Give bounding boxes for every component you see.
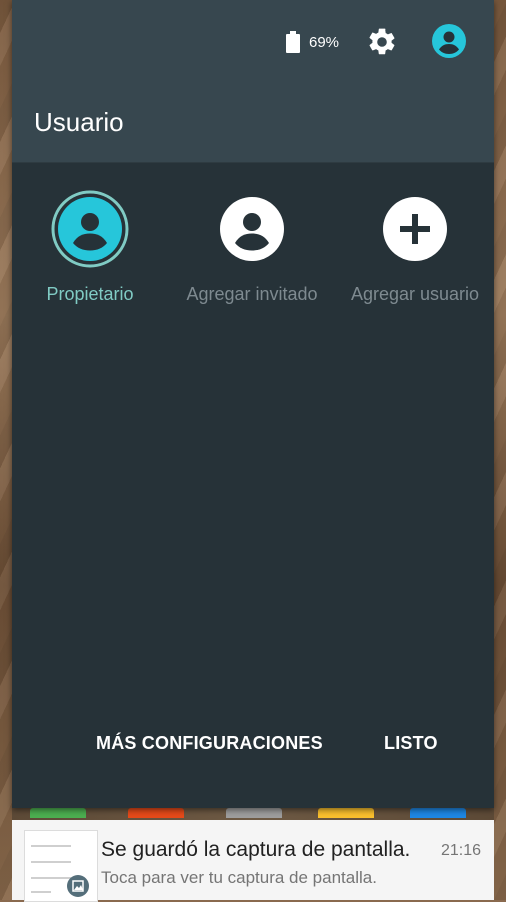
dock-app-icon bbox=[30, 808, 86, 818]
panel-header: 69% Usuario bbox=[12, 0, 494, 163]
user-owner[interactable]: Propietario bbox=[10, 190, 170, 305]
more-settings-button[interactable]: MÁS CONFIGURACIONES bbox=[96, 733, 323, 754]
account-circle-icon bbox=[51, 190, 129, 268]
notification-text: Toca para ver tu captura de pantalla. bbox=[101, 868, 377, 887]
user-label: Propietario bbox=[46, 284, 134, 304]
gear-icon[interactable] bbox=[366, 26, 398, 58]
done-button[interactable]: LISTO bbox=[384, 733, 438, 754]
dock-app-icon bbox=[226, 808, 282, 818]
image-icon bbox=[67, 875, 89, 897]
user-label: Agregar usuario bbox=[350, 284, 480, 304]
notification-title: Se guardó la captura de pantalla. bbox=[101, 838, 411, 861]
notification-time: 21:16 bbox=[441, 842, 482, 859]
quick-settings-panel: 69% Usuario Propietario Agregar invitado… bbox=[12, 0, 494, 808]
dock-app-icon bbox=[128, 808, 184, 818]
screenshot-notification[interactable]: Se guardó la captura de pantalla. 21:16 … bbox=[12, 820, 494, 902]
dock-app-icon bbox=[410, 808, 466, 818]
battery-icon bbox=[286, 31, 300, 53]
panel-title: Usuario bbox=[34, 107, 124, 137]
user-add-user[interactable]: Agregar usuario bbox=[335, 190, 495, 305]
user-label: Agregar invitado bbox=[186, 284, 318, 304]
account-circle-icon[interactable] bbox=[432, 24, 466, 58]
add-circle-icon bbox=[383, 197, 447, 261]
user-add-guest[interactable]: Agregar invitado bbox=[172, 190, 332, 305]
battery-percent: 69% bbox=[309, 34, 340, 51]
dock-app-icon bbox=[318, 808, 374, 818]
account-circle-icon bbox=[220, 197, 284, 261]
